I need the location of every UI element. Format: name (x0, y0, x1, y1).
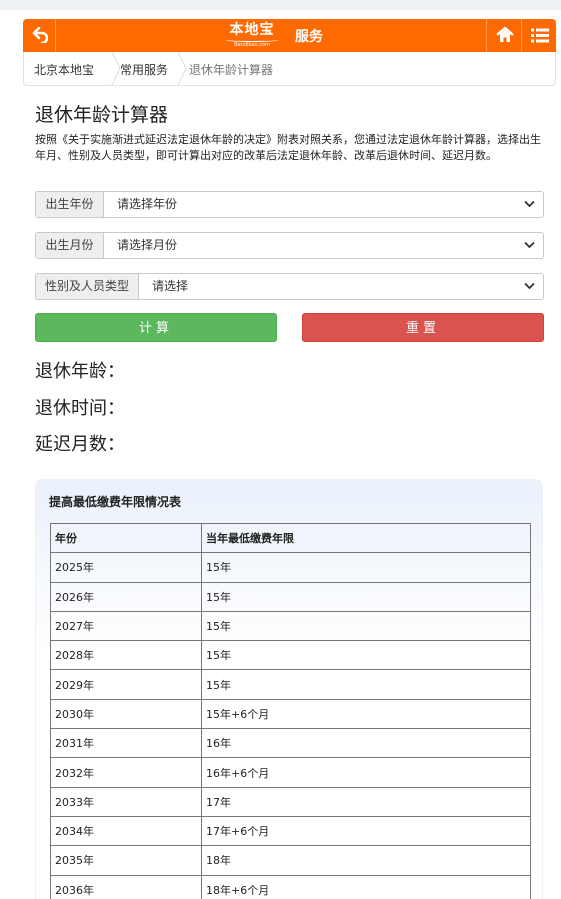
home-icon (496, 27, 514, 42)
table-row: 2026年 15年 (50, 581, 531, 612)
table-row: 2029年 15年 (50, 669, 531, 700)
logo-arc (225, 38, 279, 42)
chevron-down-icon (524, 241, 535, 249)
cell-year: 2032年 (50, 757, 202, 788)
table-row: 2030年 15年+6个月 (50, 698, 531, 730)
reset-button[interactable]: 重置 (302, 313, 544, 342)
table-row: 2035年 18年 (50, 845, 531, 876)
logo-subtext: Bendibao.com (234, 42, 270, 48)
cell-year: 2035年 (50, 845, 202, 876)
home-button[interactable] (486, 19, 521, 52)
header-title: 服务 (295, 29, 323, 45)
contribution-table-panel: 提高最低缴费年限情况表 年份 当年最低缴费年限 2025年 15年 2026年 15年… (35, 479, 543, 899)
cell-min-years: 15年 (201, 581, 531, 612)
cell-year: 2029年 (50, 669, 202, 700)
birth-month-label: 出生月份 (36, 233, 104, 258)
top-strip (0, 0, 561, 10)
cell-year: 2030年 (50, 698, 202, 730)
cell-min-years: 15年 (201, 552, 531, 583)
breadcrumb-item-services[interactable]: 常用服务 (120, 61, 168, 78)
birth-year-select[interactable]: 出生年份 请选择年份 (35, 191, 544, 218)
cell-min-years: 15年+6个月 (201, 698, 531, 730)
breadcrumb: 北京本地宝 常用服务 退休年龄计算器 (23, 52, 556, 86)
cell-year: 2028年 (50, 640, 202, 671)
cell-min-years: 16年 (201, 728, 531, 759)
cell-min-years: 18年 (201, 845, 531, 876)
table-row: 2025年 15年 (50, 552, 531, 583)
birth-year-value: 请选择年份 (117, 197, 178, 211)
table-row: 2028年 15年 (50, 640, 531, 671)
result-retirement-age: 退休年龄： (35, 361, 125, 382)
back-button[interactable] (23, 19, 56, 52)
table-row: 2032年 16年+6个月 (50, 757, 531, 788)
cell-year: 2025年 (50, 552, 202, 583)
cell-min-years: 16年+6个月 (201, 757, 531, 788)
cell-min-years: 17年+6个月 (201, 815, 531, 847)
page-title: 退休年龄计算器 (35, 104, 169, 126)
birth-month-select[interactable]: 出生月份 请选择月份 (35, 232, 544, 259)
chevron-down-icon (524, 282, 535, 290)
gender-type-select[interactable]: 性别及人员类型 请选择 (35, 273, 544, 300)
cell-year: 2033年 (50, 786, 202, 817)
table-header-row: 年份 当年最低缴费年限 (50, 522, 531, 554)
cell-min-years: 15年 (201, 669, 531, 700)
cell-min-years: 15年 (201, 610, 531, 642)
table-row: 2033年 17年 (50, 786, 531, 817)
column-header-year: 年份 (50, 522, 202, 554)
cell-min-years: 18年+6个月 (201, 874, 531, 899)
chevron-down-icon (524, 200, 535, 208)
table-title: 提高最低缴费年限情况表 (49, 495, 182, 509)
table-row: 2036年 18年+6个月 (50, 874, 531, 899)
cell-min-years: 15年 (201, 640, 531, 671)
logo[interactable]: 本地宝 Bendibao.com (223, 22, 281, 50)
gender-type-value: 请选择 (152, 279, 189, 293)
result-retirement-time: 退休时间： (35, 398, 125, 419)
table-row: 2027年 15年 (50, 610, 531, 642)
cell-year: 2034年 (50, 815, 202, 847)
app-header: 本地宝 Bendibao.com 服务 (23, 19, 556, 52)
cell-year: 2031年 (50, 728, 202, 759)
table-row: 2034年 17年+6个月 (50, 815, 531, 847)
birth-month-value: 请选择月份 (117, 238, 178, 252)
menu-button[interactable] (521, 19, 556, 52)
breadcrumb-item-current: 退休年龄计算器 (189, 63, 274, 77)
cell-year: 2026年 (50, 581, 202, 612)
gender-type-label: 性别及人员类型 (36, 274, 139, 299)
list-menu-icon (531, 28, 549, 43)
birth-year-label: 出生年份 (36, 192, 104, 217)
back-arrow-icon (32, 27, 48, 43)
logo-text: 本地宝 (229, 22, 275, 38)
breadcrumb-item-home[interactable]: 北京本地宝 (34, 61, 94, 78)
column-header-min-years: 当年最低缴费年限 (201, 522, 531, 554)
cell-year: 2036年 (50, 874, 202, 899)
page-description: 按照《关于实施渐进式延迟法定退休年龄的决定》附表对照关系，您通过法定退休年龄计算… (35, 133, 541, 162)
calculate-button[interactable]: 计算 (35, 313, 277, 342)
table-row: 2031年 16年 (50, 728, 531, 759)
result-delay-months: 延迟月数： (35, 434, 125, 455)
cell-min-years: 17年 (201, 786, 531, 817)
breadcrumb-separator-icon (177, 52, 187, 85)
contribution-table: 年份 当年最低缴费年限 2025年 15年 2026年 15年 2027年 15年 2028… (50, 522, 531, 899)
cell-year: 2027年 (50, 610, 202, 642)
